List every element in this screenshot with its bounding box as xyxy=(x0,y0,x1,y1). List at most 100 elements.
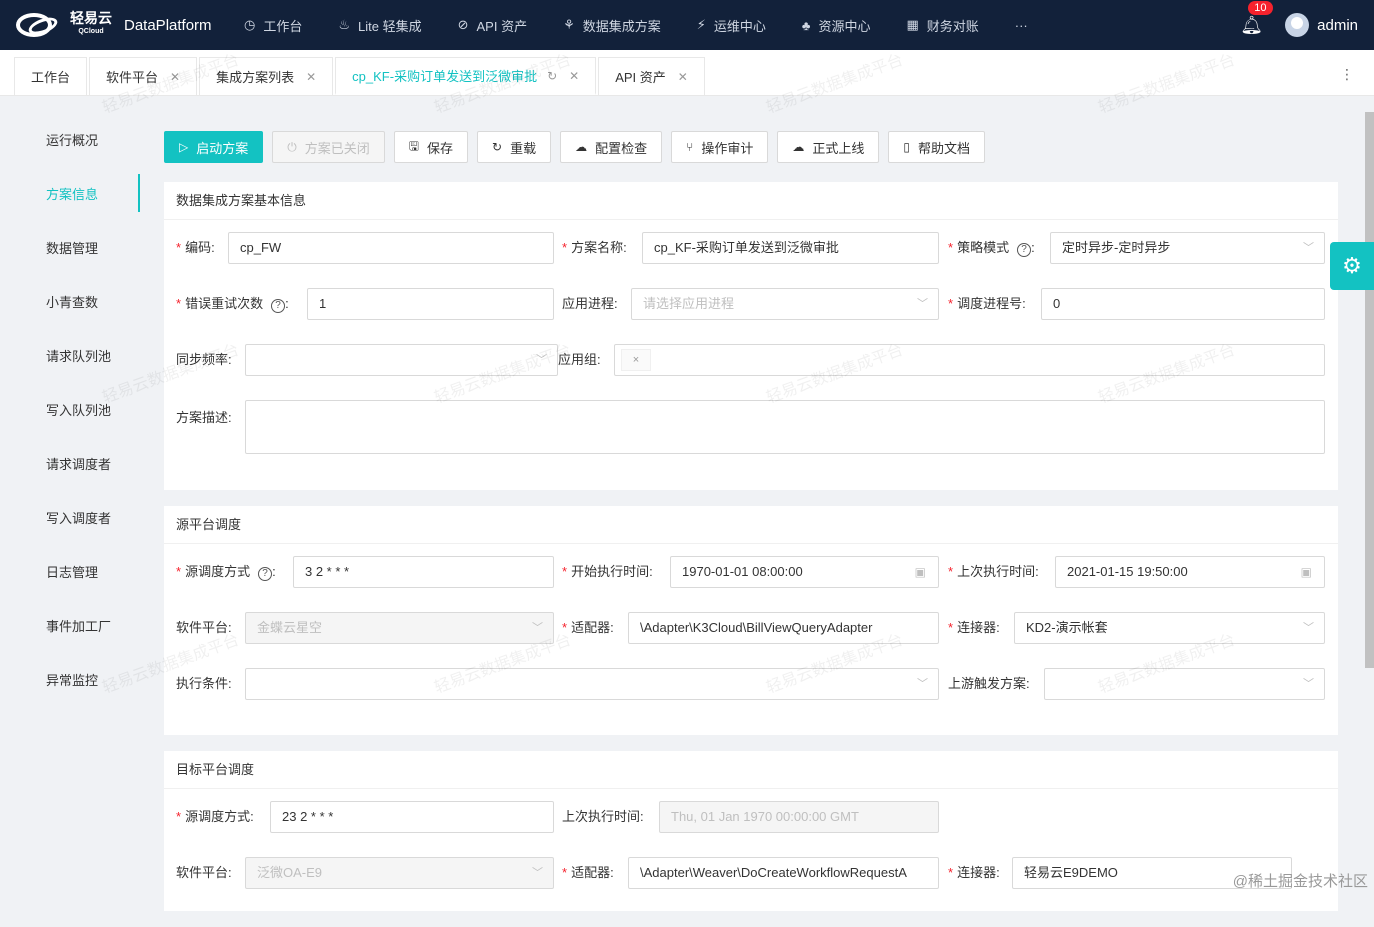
code-input[interactable]: cp_FW xyxy=(228,232,554,264)
sidebar-item-8[interactable]: 日志管理 xyxy=(0,544,150,598)
chevron-down-icon: ﹀ xyxy=(917,289,928,319)
chevron-down-icon: ﹀ xyxy=(536,345,547,375)
tab-label: 集成方案列表 xyxy=(216,67,294,86)
settings-gear-icon[interactable]: ⚙ xyxy=(1330,242,1374,290)
sidebar-item-6[interactable]: 请求调度者 xyxy=(0,436,150,490)
close-icon[interactable]: ✕ xyxy=(170,70,180,84)
tabs-more-icon[interactable]: ⋮ xyxy=(1340,66,1354,83)
strategy-select[interactable]: 定时异步-定时异步﹀ xyxy=(1050,232,1325,264)
nav-item-label: 数据集成方案 xyxy=(583,16,661,35)
save-button[interactable]: 🖫保存 xyxy=(394,131,468,163)
sched-process-label: *调度进程号: xyxy=(948,288,1026,320)
refresh-icon[interactable]: ↻ xyxy=(547,69,557,83)
process-label: 应用进程: xyxy=(562,288,618,320)
nav-item-5[interactable]: ♣资源中心 xyxy=(784,0,889,50)
exec-condition-select[interactable]: ﹀ xyxy=(245,668,939,700)
config-check-button[interactable]: ☁配置检查 xyxy=(560,131,662,163)
tab-1[interactable]: 软件平台✕ xyxy=(89,57,197,95)
sched-process-input[interactable]: 0 xyxy=(1041,288,1325,320)
nav-item-1[interactable]: ♨Lite 轻集成 xyxy=(320,0,439,50)
main-nav: ◷工作台♨Lite 轻集成⊘API 资产 ⚘ 数据集成方案 ⚡运维中心♣资源中心▦财务… xyxy=(226,0,1054,50)
chevron-down-icon: ﹀ xyxy=(917,669,928,699)
sync-freq-select[interactable]: ﹀ xyxy=(245,344,558,376)
start-time-picker[interactable]: 1970-01-01 08:00:00▣ xyxy=(670,556,939,588)
close-icon[interactable]: ✕ xyxy=(678,70,688,84)
sidebar-item-9[interactable]: 事件加工厂 xyxy=(0,598,150,652)
close-icon[interactable]: ✕ xyxy=(569,69,579,83)
sidebar-item-4[interactable]: 请求队列池 xyxy=(0,328,150,382)
process-select[interactable]: 请选择应用进程﹀ xyxy=(631,288,939,320)
chevron-down-icon: ﹀ xyxy=(532,613,543,643)
sidebar-item-3[interactable]: 小青查数 xyxy=(0,274,150,328)
nav-item-2[interactable]: ⊘API 资产 xyxy=(440,0,545,50)
target-last-exec-input[interactable]: Thu, 01 Jan 1970 00:00:00 GMT xyxy=(659,801,939,833)
tab-0[interactable]: 工作台 xyxy=(14,57,87,95)
compass-icon: ⊘ xyxy=(458,17,469,33)
scrollbar[interactable] xyxy=(1364,112,1374,895)
source-platform-select[interactable]: 金蝶云星空﹀ xyxy=(245,612,554,644)
target-adapter-input[interactable]: \Adapter\Weaver\DoCreateWorkflowRequestA xyxy=(628,857,939,889)
nav-item-label: 运维中心 xyxy=(714,16,766,35)
source-connector-select[interactable]: KD2-演示帐套﹀ xyxy=(1014,612,1325,644)
basic-info-card: 数据集成方案基本信息 *编码: cp_FW *方案名称: cp_KF-采购订单发… xyxy=(164,182,1338,490)
plan-closed-button[interactable]: ⏻方案已关闭 xyxy=(272,131,385,163)
notification-bell-icon[interactable]: 🔔︎10 xyxy=(1240,15,1263,36)
plan-name-input[interactable]: cp_KF-采购订单发送到泛微审批 xyxy=(642,232,939,264)
sidebar-item-1[interactable]: 方案信息 xyxy=(0,166,150,220)
go-online-button[interactable]: ☁正式上线 xyxy=(777,131,879,163)
reload-button[interactable]: ↻重载 xyxy=(477,131,551,163)
nav-item-4[interactable]: ⚡运维中心 xyxy=(679,0,784,50)
exec-condition-label: 执行条件: xyxy=(176,668,232,700)
play-icon: ▷ xyxy=(179,140,188,154)
description-textarea[interactable] xyxy=(245,400,1325,454)
logo[interactable]: 轻易云QCloud DataPlatform xyxy=(0,9,226,41)
user-name[interactable]: admin xyxy=(1317,17,1358,34)
more-icon: ··· xyxy=(1015,18,1028,33)
source-schedule-card: 源平台调度 *源调度方式?: 3 2 * * * *开始执行时间: 1970-0… xyxy=(164,506,1338,735)
nav-item-7[interactable]: ··· xyxy=(997,0,1054,50)
scrollbar-thumb[interactable] xyxy=(1365,112,1374,668)
branch-icon: ⑂ xyxy=(686,140,693,154)
retry-input[interactable]: 1 xyxy=(307,288,554,320)
tab-3[interactable]: cp_KF-采购订单发送到泛微审批↻✕ xyxy=(335,57,596,95)
description-label: 方案描述: xyxy=(176,408,232,428)
sidebar-item-2[interactable]: 数据管理 xyxy=(0,220,150,274)
avatar[interactable] xyxy=(1285,13,1309,37)
main-content: ▷启动方案 ⏻方案已关闭 🖫保存 ↻重载 ☁配置检查 ⑂操作审计 ☁正式上线 ▯… xyxy=(164,112,1338,927)
code-label: *编码: xyxy=(176,232,215,264)
last-exec-picker[interactable]: 2021-01-15 19:50:00▣ xyxy=(1055,556,1325,588)
target-adapter-label: *适配器: xyxy=(562,857,614,889)
upstream-trigger-select[interactable]: ﹀ xyxy=(1044,668,1325,700)
sidebar-item-10[interactable]: 异常监控 xyxy=(0,652,150,706)
nodes-icon: ⚘ xyxy=(563,17,575,33)
app-title: DataPlatform xyxy=(124,17,212,34)
target-platform-select[interactable]: 泛微OA-E9﹀ xyxy=(245,857,554,889)
source-mode-input[interactable]: 3 2 * * * xyxy=(293,556,554,588)
help-doc-button[interactable]: ▯帮助文档 xyxy=(888,131,985,163)
close-icon[interactable]: ✕ xyxy=(306,70,316,84)
source-adapter-input[interactable]: \Adapter\K3Cloud\BillViewQueryAdapter xyxy=(628,612,939,644)
operation-audit-button[interactable]: ⑂操作审计 xyxy=(671,131,768,163)
nav-item-6[interactable]: ▦财务对账 xyxy=(888,0,996,50)
target-schedule-title: 目标平台调度 xyxy=(164,751,1338,789)
sidebar-item-0[interactable]: 运行概况 xyxy=(0,112,150,166)
logo-icon xyxy=(14,9,64,41)
help-icon: ? xyxy=(1017,243,1031,257)
tab-4[interactable]: API 资产✕ xyxy=(598,57,705,95)
target-mode-input[interactable]: 23 2 * * * xyxy=(270,801,554,833)
app-group-label: 应用组: xyxy=(558,344,601,376)
start-plan-button[interactable]: ▷启动方案 xyxy=(164,131,263,163)
basic-info-title: 数据集成方案基本信息 xyxy=(164,182,1338,220)
tab-2[interactable]: 集成方案列表 ✕ xyxy=(199,57,333,95)
sidebar-item-5[interactable]: 写入队列池 xyxy=(0,382,150,436)
group-tag-close-icon[interactable]: × xyxy=(621,349,651,371)
power-icon: ⏻ xyxy=(287,140,297,155)
nav-item-label: 财务对账 xyxy=(927,16,979,35)
help-icon: ? xyxy=(258,567,272,581)
app-group-select[interactable]: × xyxy=(614,344,1325,376)
nav-item-3[interactable]: ⚘ 数据集成方案 xyxy=(545,0,679,50)
nav-item-0[interactable]: ◷工作台 xyxy=(226,0,320,50)
sidebar-item-7[interactable]: 写入调度者 xyxy=(0,490,150,544)
book-icon: ▯ xyxy=(903,140,910,154)
source-platform-label: 软件平台: xyxy=(176,612,232,644)
